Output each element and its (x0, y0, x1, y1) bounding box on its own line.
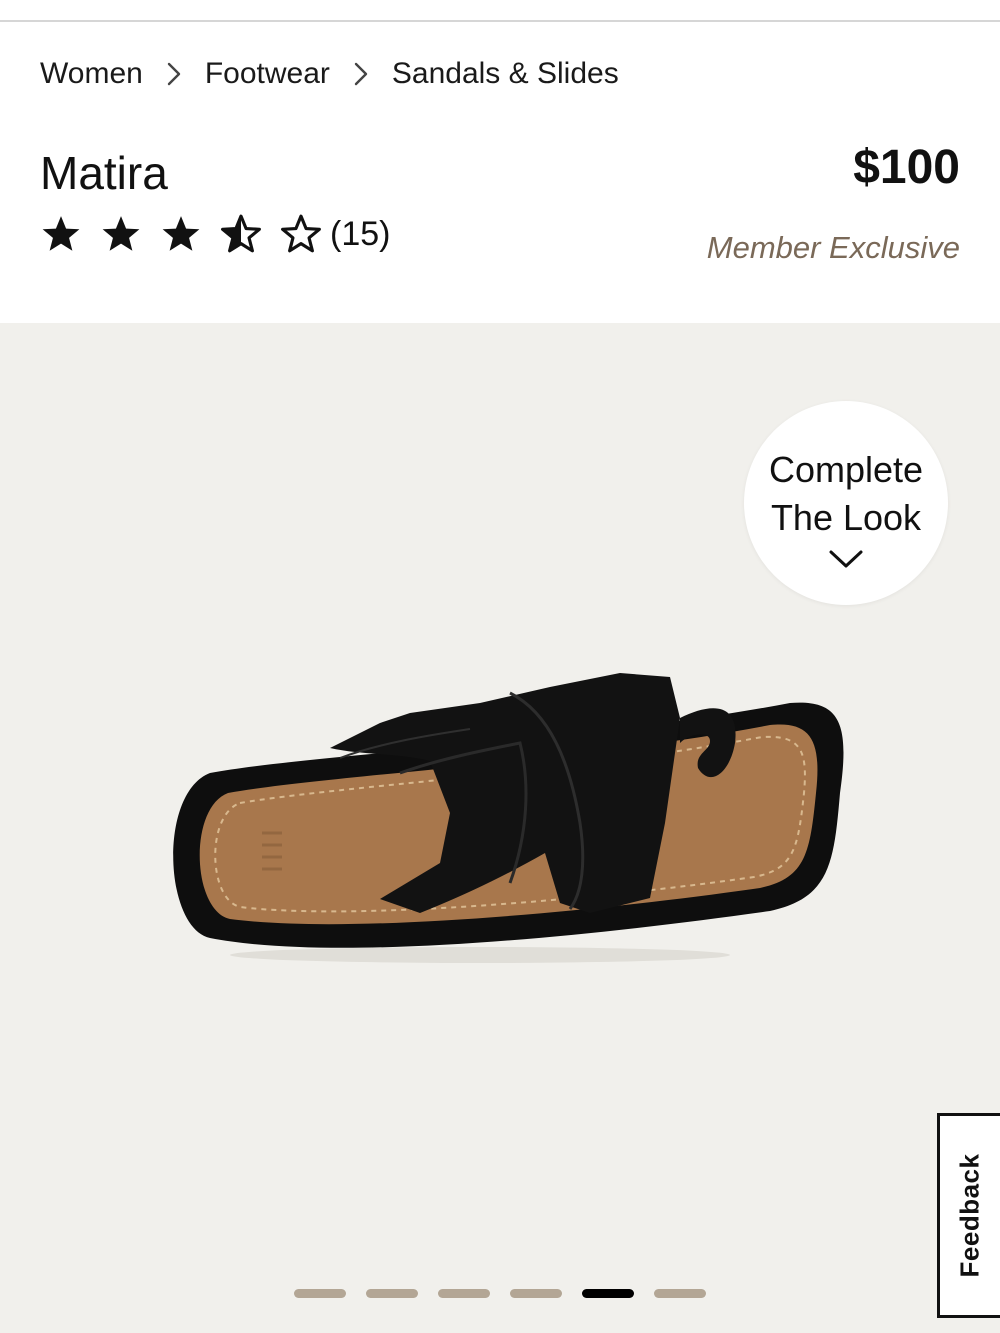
chevron-right-icon (330, 61, 392, 87)
chevron-right-icon (143, 61, 205, 87)
complete-the-look-line1: Complete (768, 449, 924, 490)
complete-the-look-line2: The Look (770, 497, 922, 538)
review-count[interactable]: (15) (330, 215, 390, 254)
product-rating[interactable]: (15) (40, 210, 390, 258)
gallery-dot-6[interactable] (654, 1289, 706, 1298)
complete-the-look-label: Complete The Look (769, 446, 923, 542)
star-filled-icon (42, 216, 80, 251)
product-price: $100 (853, 141, 960, 194)
breadcrumb-women[interactable]: Women (40, 57, 143, 91)
star-filled-icon (162, 216, 200, 251)
breadcrumb-sandals-slides[interactable]: Sandals & Slides (392, 57, 619, 91)
star-filled-icon (102, 216, 140, 251)
chevron-down-icon (829, 550, 863, 568)
member-exclusive-badge: Member Exclusive (706, 230, 960, 265)
product-image-gallery[interactable]: Complete The Look Feedback (0, 323, 1000, 1333)
top-divider (0, 20, 1000, 22)
feedback-tab[interactable]: Feedback (937, 1113, 1000, 1318)
star-outline-icon (281, 214, 321, 253)
gallery-pagination (294, 1289, 706, 1298)
gallery-dot-1[interactable] (294, 1289, 346, 1298)
breadcrumb: Women Footwear Sandals & Slides (40, 52, 619, 96)
gallery-dot-3[interactable] (438, 1289, 490, 1298)
feedback-label: Feedback (954, 1153, 985, 1278)
product-image (173, 673, 844, 963)
gallery-dot-5-active[interactable] (582, 1289, 634, 1298)
gallery-dot-4[interactable] (510, 1289, 562, 1298)
product-title: Matira (40, 147, 168, 199)
star-half-icon (221, 214, 261, 253)
breadcrumb-footwear[interactable]: Footwear (205, 57, 330, 91)
complete-the-look-button[interactable]: Complete The Look (744, 401, 948, 605)
gallery-dot-2[interactable] (366, 1289, 418, 1298)
